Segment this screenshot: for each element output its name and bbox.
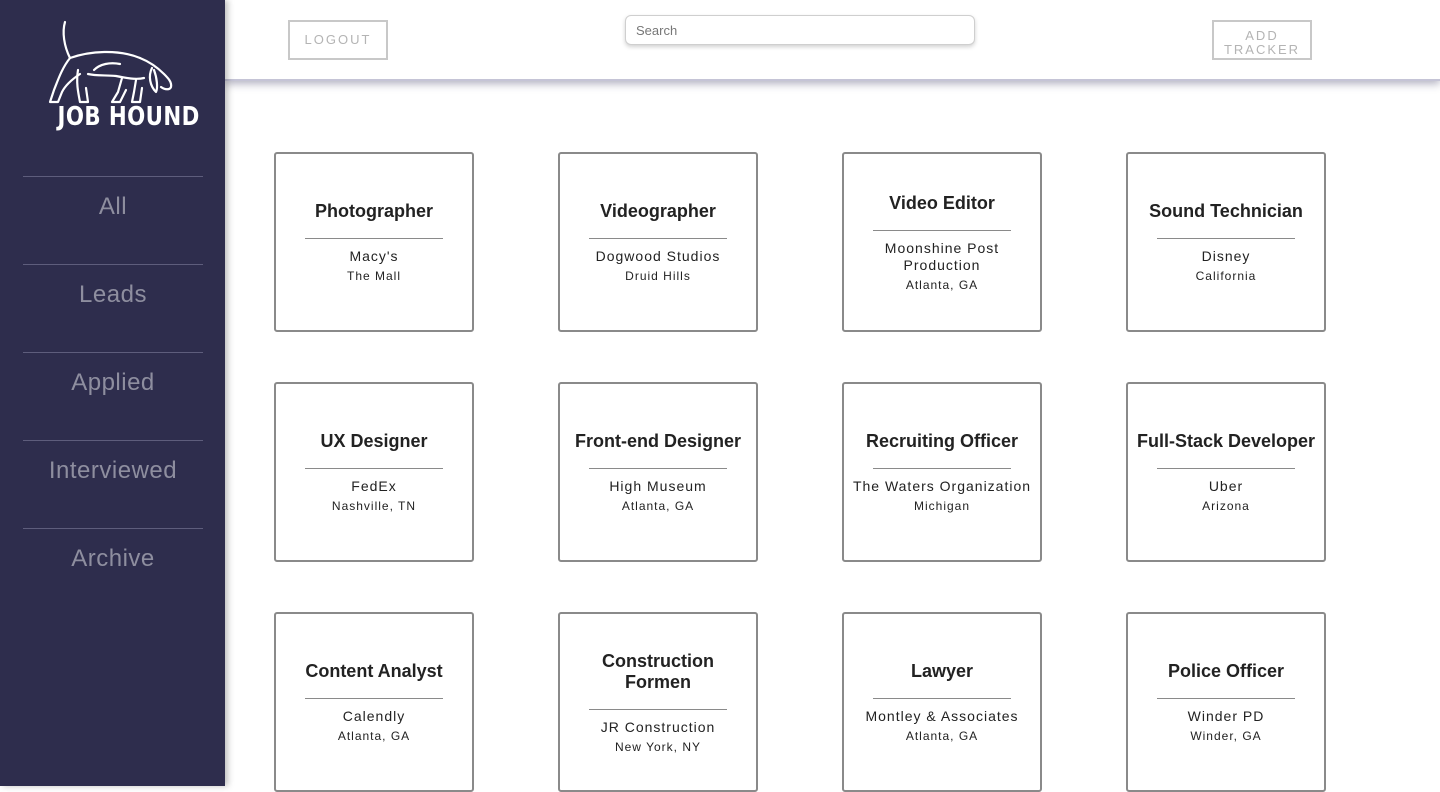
card-divider — [873, 229, 1011, 231]
job-location: Atlanta, GA — [905, 729, 979, 743]
job-company: JR Construction — [600, 718, 716, 735]
job-company: High Museum — [609, 478, 707, 494]
job-company: Disney — [1201, 248, 1251, 264]
job-card[interactable]: Video Editor Moonshine Post Production Atl… — [842, 152, 1042, 332]
card-divider — [305, 468, 443, 469]
job-company: Dogwood Studios — [595, 248, 721, 264]
job-title: Sound Technician — [1149, 201, 1303, 221]
card-divider — [873, 698, 1011, 699]
search-input[interactable] — [625, 15, 975, 45]
job-location: Atlanta, GA — [905, 277, 979, 292]
sidebar-item-archive[interactable]: Archive — [23, 528, 203, 616]
job-location: Michigan — [913, 499, 971, 513]
logo[interactable]: JOB HOUND — [40, 18, 200, 136]
hound-dog-icon — [48, 20, 173, 104]
job-title: Police Officer — [1167, 661, 1285, 681]
job-card[interactable]: Construction Formen JR Construction New Yo… — [558, 612, 758, 792]
logout-button[interactable]: LOGOUT — [288, 20, 388, 60]
sidebar-item-applied[interactable]: Applied — [23, 352, 203, 440]
job-card[interactable]: UX Designer FedEx Nashville, TN — [274, 382, 474, 562]
sidebar-item-leads[interactable]: Leads — [23, 264, 203, 352]
job-location: Winder, GA — [1190, 729, 1262, 743]
job-location: Druid Hills — [625, 269, 691, 283]
sidebar-nav: All Leads Applied Interviewed Archive — [23, 176, 203, 616]
job-title: Video Editor — [889, 192, 995, 213]
job-company: FedEx — [351, 478, 397, 494]
job-title: Construction Formen — [602, 650, 714, 692]
job-card[interactable]: Recruiting Officer The Waters Organizatio… — [842, 382, 1042, 562]
job-location: Nashville, TN — [331, 499, 417, 513]
job-title: Lawyer — [910, 661, 974, 681]
job-title: Full-Stack Developer — [1136, 431, 1316, 451]
card-divider — [589, 468, 727, 469]
job-location: Atlanta, GA — [621, 499, 695, 513]
job-company: Macy's — [349, 248, 399, 264]
job-location: The Mall — [346, 269, 401, 283]
job-title: Recruiting Officer — [865, 431, 1019, 451]
job-company: Uber — [1208, 478, 1244, 494]
card-divider — [305, 698, 443, 699]
job-location: California — [1195, 269, 1257, 283]
sidebar-item-interviewed[interactable]: Interviewed — [23, 440, 203, 528]
card-divider — [589, 238, 727, 239]
card-divider — [1157, 468, 1295, 469]
job-card[interactable]: Content Analyst Calendly Atlanta, GA — [274, 612, 474, 792]
logo-text: JOB HOUND — [57, 102, 200, 132]
job-card[interactable]: Sound Technician Disney California — [1126, 152, 1326, 332]
job-card[interactable]: Videographer Dogwood Studios Druid Hills — [558, 152, 758, 332]
job-title: Content Analyst — [305, 661, 443, 681]
card-divider — [305, 238, 443, 239]
job-card[interactable]: Photographer Macy's The Mall — [274, 152, 474, 332]
job-title: UX Designer — [320, 431, 428, 451]
job-card[interactable]: Full-Stack Developer Uber Arizona — [1126, 382, 1326, 562]
job-company: Moonshine Post Production — [884, 239, 1000, 273]
card-divider — [1157, 698, 1295, 699]
card-divider — [589, 708, 727, 710]
job-location: Atlanta, GA — [337, 729, 411, 743]
job-company: The Waters Organization — [852, 478, 1032, 494]
job-company: Winder PD — [1187, 708, 1265, 724]
card-divider — [873, 468, 1011, 469]
job-location: Arizona — [1202, 499, 1250, 513]
job-card[interactable]: Lawyer Montley & Associates Atlanta, GA — [842, 612, 1042, 792]
card-divider — [1157, 238, 1295, 239]
job-title: Videographer — [600, 201, 716, 221]
sidebar: JOB HOUND All Leads Applied Interviewed … — [0, 0, 225, 786]
top-header: LOGOUT ADD TRACKER — [225, 0, 1440, 81]
job-card[interactable]: Police Officer Winder PD Winder, GA — [1126, 612, 1326, 792]
job-company: Calendly — [342, 708, 406, 724]
job-card[interactable]: Front-end Designer High Museum Atlanta, GA — [558, 382, 758, 562]
add-tracker-button[interactable]: ADD TRACKER — [1212, 20, 1312, 60]
job-title: Photographer — [314, 201, 433, 221]
job-company: Montley & Associates — [865, 708, 1019, 724]
job-title: Front-end Designer — [574, 431, 741, 451]
job-location: New York, NY — [614, 739, 702, 754]
sidebar-item-all[interactable]: All — [23, 176, 203, 264]
